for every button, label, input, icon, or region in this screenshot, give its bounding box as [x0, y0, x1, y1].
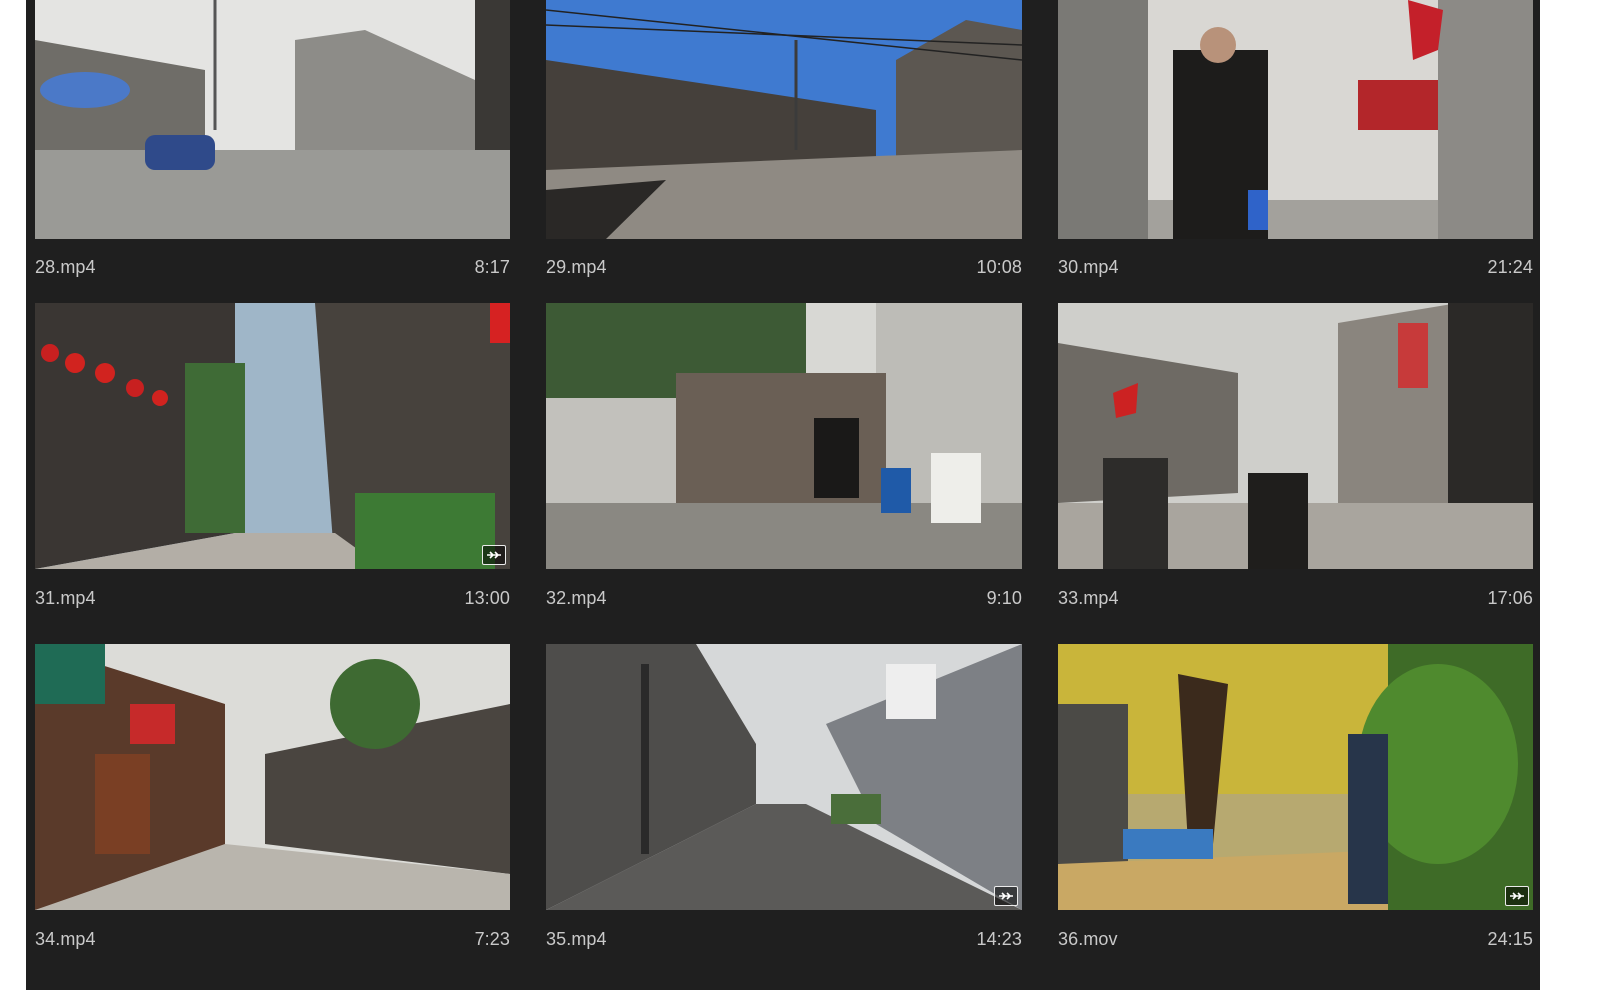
- clip-duration: 21:24: [1487, 257, 1533, 277]
- clip-grid: 28.mp4 8:17 29.mp4 10:08 30.mp4 21:24 31…: [35, 0, 1534, 985]
- clip-thumbnail[interactable]: [546, 644, 1022, 910]
- clip-tile-29[interactable]: 29.mp4 10:08: [546, 0, 1022, 303]
- clip-duration: 17:06: [1487, 588, 1533, 608]
- clip-duration: 7:23: [474, 929, 510, 949]
- clip-duration: 8:17: [474, 257, 510, 277]
- clip-filename: 28.mp4: [35, 257, 96, 277]
- clip-tile-34[interactable]: 34.mp4 7:23: [35, 644, 510, 985]
- clip-filename: 33.mp4: [1058, 588, 1119, 608]
- clip-thumbnail[interactable]: [1058, 644, 1533, 910]
- clip-filename: 31.mp4: [35, 588, 96, 608]
- clip-tile-28[interactable]: 28.mp4 8:17: [35, 0, 510, 303]
- clip-tile-33[interactable]: 33.mp4 17:06: [1058, 303, 1533, 644]
- clip-duration: 14:23: [976, 929, 1022, 949]
- speed-ramp-icon: [1505, 886, 1529, 906]
- clip-filename: 30.mp4: [1058, 257, 1119, 277]
- clip-thumbnail[interactable]: [1058, 0, 1533, 239]
- speed-ramp-icon: [994, 886, 1018, 906]
- clip-thumbnail[interactable]: [35, 0, 510, 239]
- clip-duration: 24:15: [1487, 929, 1533, 949]
- clip-filename: 35.mp4: [546, 929, 607, 949]
- speed-ramp-icon: [482, 545, 506, 565]
- clip-thumbnail[interactable]: [546, 0, 1022, 239]
- clip-duration: 10:08: [976, 257, 1022, 277]
- clip-filename: 29.mp4: [546, 257, 607, 277]
- clip-duration: 13:00: [464, 588, 510, 608]
- clip-thumbnail[interactable]: [546, 303, 1022, 569]
- clip-tile-31[interactable]: 31.mp4 13:00: [35, 303, 510, 644]
- clip-filename: 32.mp4: [546, 588, 607, 608]
- clip-duration: 9:10: [986, 588, 1022, 608]
- clip-tile-35[interactable]: 35.mp4 14:23: [546, 644, 1022, 985]
- clip-filename: 36.mov: [1058, 929, 1118, 949]
- clip-tile-30[interactable]: 30.mp4 21:24: [1058, 0, 1533, 303]
- clip-thumbnail[interactable]: [35, 303, 510, 569]
- media-browser-panel: 28.mp4 8:17 29.mp4 10:08 30.mp4 21:24 31…: [26, 0, 1540, 990]
- clip-thumbnail[interactable]: [1058, 303, 1533, 569]
- clip-tile-36[interactable]: 36.mov 24:15: [1058, 644, 1533, 985]
- clip-filename: 34.mp4: [35, 929, 96, 949]
- clip-thumbnail[interactable]: [35, 644, 510, 910]
- clip-tile-32[interactable]: 32.mp4 9:10: [546, 303, 1022, 644]
